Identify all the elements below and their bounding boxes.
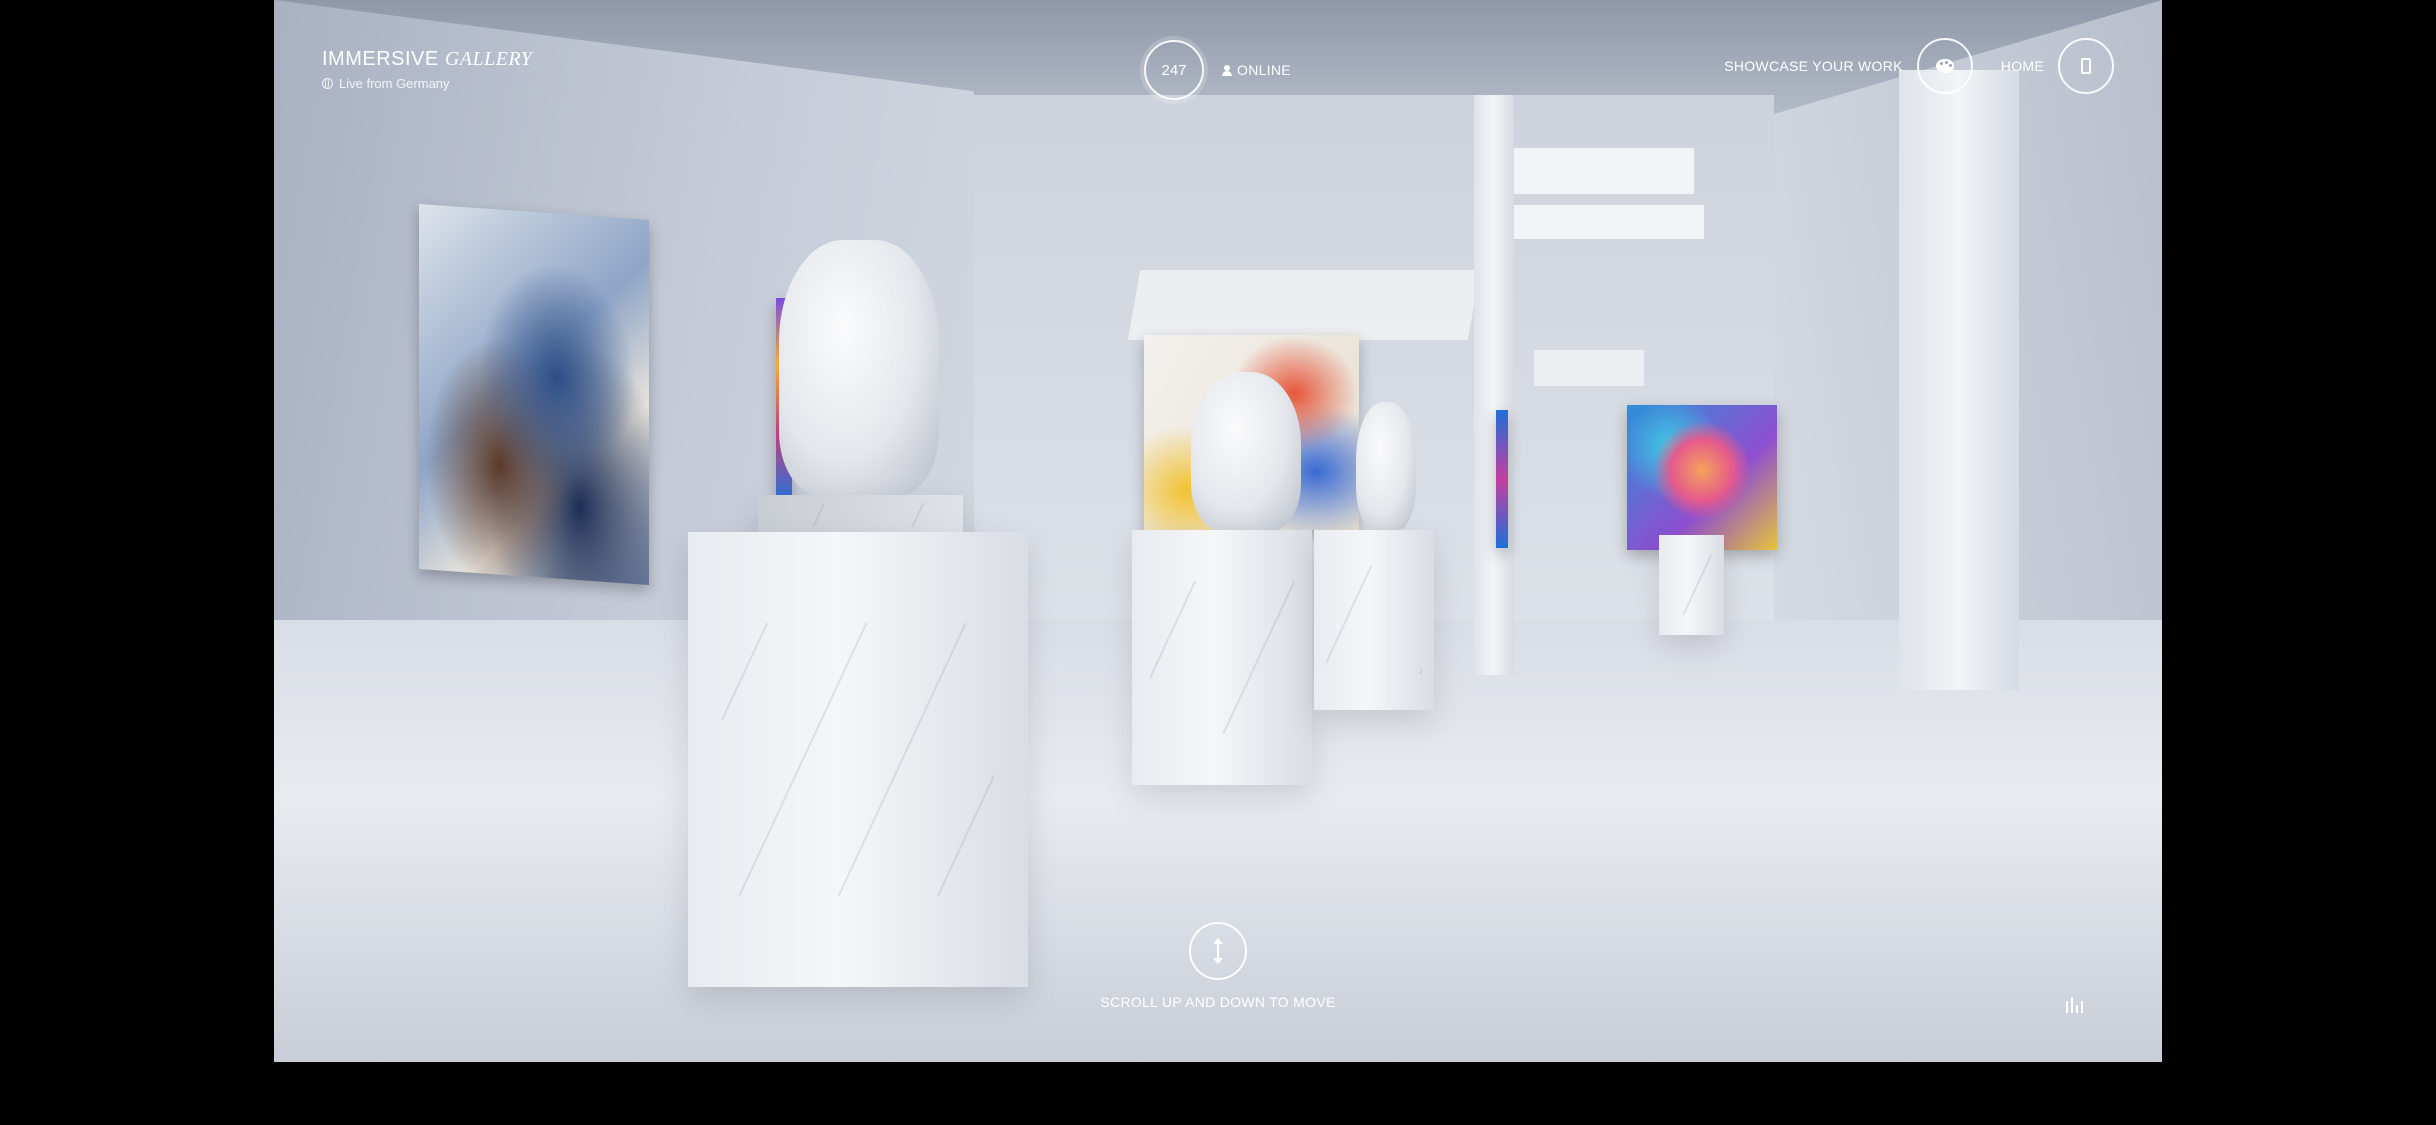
showcase-your-work-button[interactable]: SHOWCASE YOUR WORK [1724, 38, 1973, 94]
up-down-arrows-icon [1211, 938, 1225, 964]
showcase-label[interactable]: SHOWCASE YOUR WORK [1724, 58, 1903, 74]
home-icon-button[interactable] [2058, 38, 2114, 94]
user-icon [1222, 64, 1232, 76]
online-label: ONLINE [1237, 62, 1291, 78]
sound-bars-icon[interactable] [2066, 997, 2086, 1013]
ui-overlay: IMMERSIVE GALLERY Live from Germany 247 … [274, 0, 2162, 1062]
online-counter: 247 ONLINE [1144, 40, 1291, 100]
home-label[interactable]: HOME [2001, 58, 2044, 74]
showcase-icon-button[interactable] [1916, 38, 1973, 94]
top-nav: SHOWCASE YOUR WORK HOME [1724, 38, 2114, 94]
brand-title-main: IMMERSIVE [322, 48, 439, 70]
home-button[interactable]: HOME [2001, 38, 2114, 94]
brand-title-accent: GALLERY [444, 48, 533, 70]
online-status: ONLINE [1222, 62, 1291, 78]
gallery-viewport[interactable]: IMMERSIVE GALLERY Live from Germany 247 … [274, 0, 2162, 1062]
phone-icon [2081, 58, 2091, 74]
scroll-instruction: SCROLL UP AND DOWN TO MOVE [1100, 994, 1336, 1010]
online-count-badge: 247 [1144, 40, 1204, 100]
globe-icon [322, 78, 333, 89]
scroll-hint: SCROLL UP AND DOWN TO MOVE [274, 922, 2162, 1010]
brand[interactable]: IMMERSIVE GALLERY Live from Germany [322, 48, 532, 91]
palette-icon [1935, 59, 1954, 73]
scroll-move-button[interactable] [1189, 922, 1247, 980]
online-count: 247 [1161, 61, 1187, 79]
brand-title[interactable]: IMMERSIVE GALLERY [322, 48, 532, 70]
brand-location: Live from Germany [322, 76, 532, 91]
brand-subtitle: Live from Germany [339, 76, 450, 91]
